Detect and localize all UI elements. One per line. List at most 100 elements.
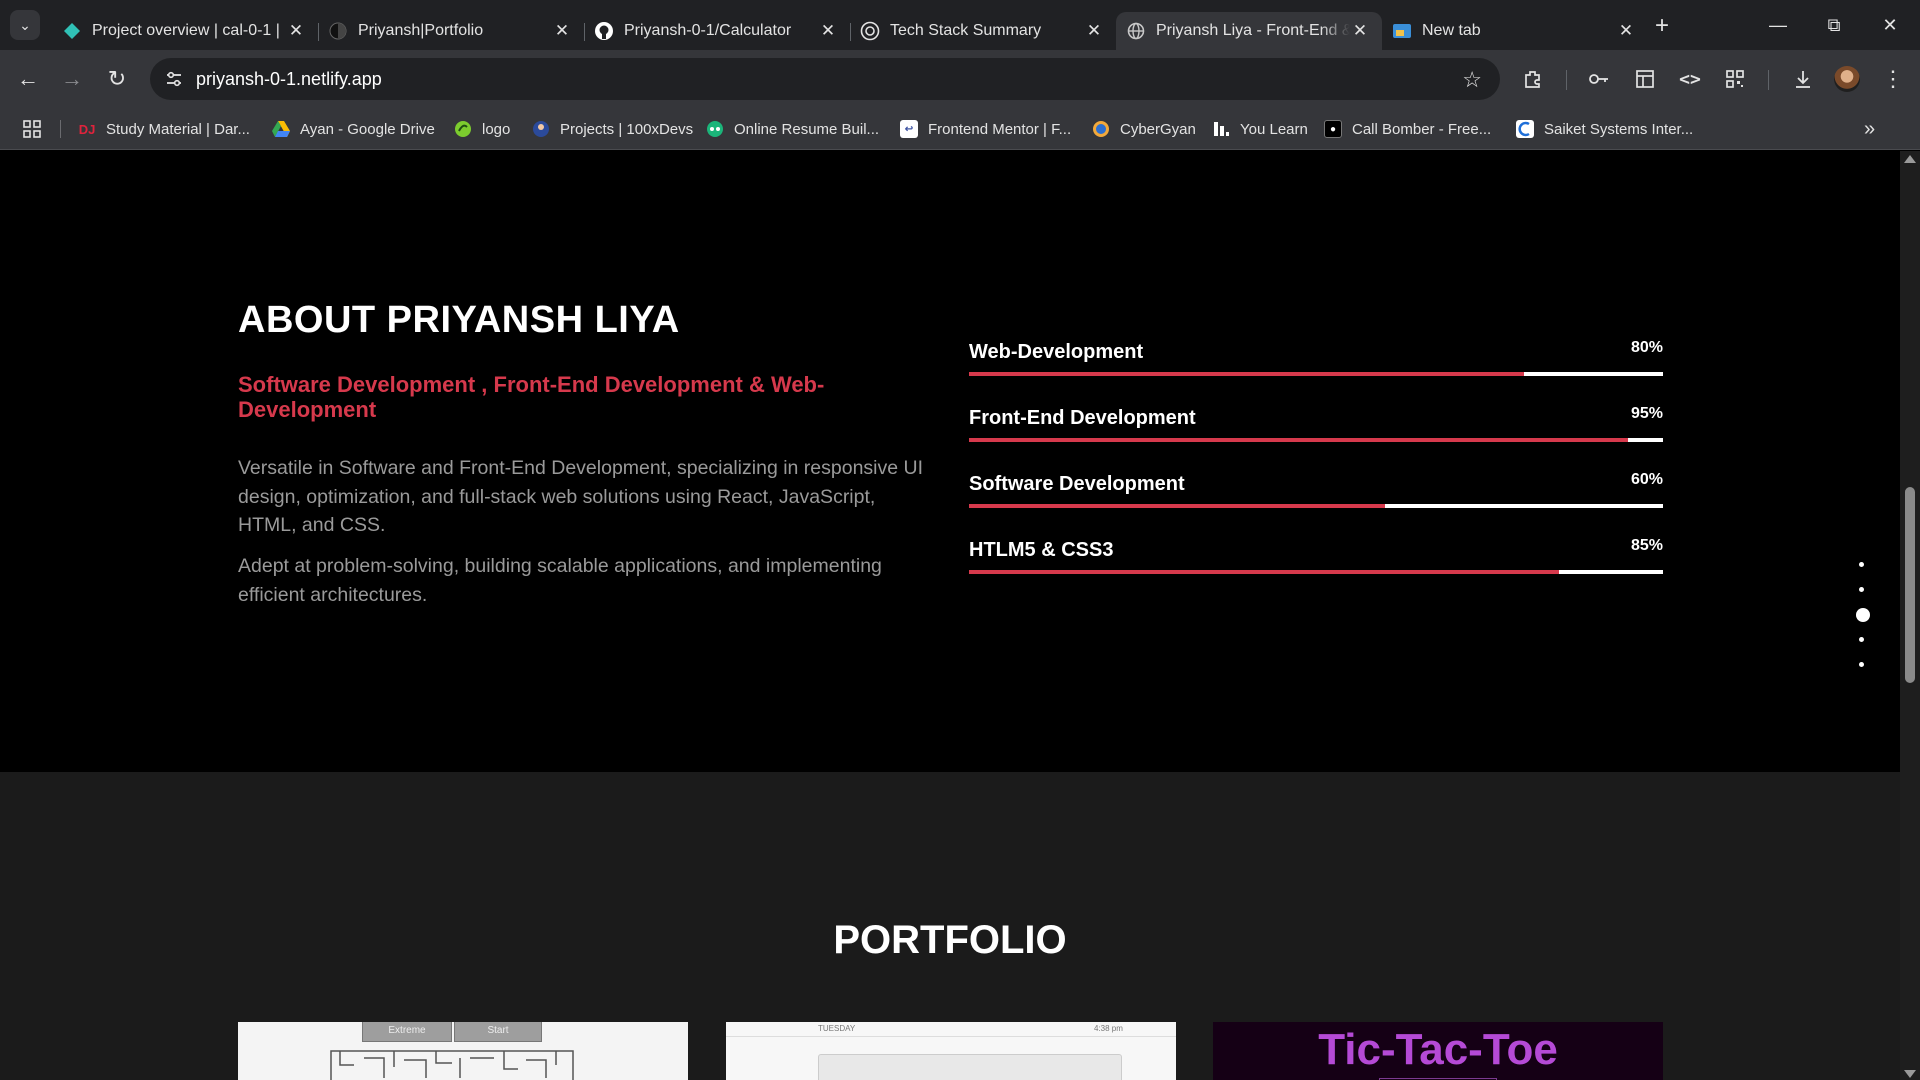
section-dot[interactable] — [1859, 662, 1864, 667]
bookmark-item[interactable]: DJ Study Material | Dar... — [78, 118, 250, 140]
skill-html-css: HTLM5 & CSS3 85% — [969, 537, 1663, 589]
tab-tech-stack[interactable]: Tech Stack Summary ✕ — [850, 12, 1116, 50]
reload-button[interactable]: ↻ — [101, 63, 133, 95]
url-text[interactable]: priyansh-0-1.netlify.app — [196, 69, 382, 90]
bookmark-label: Frontend Mentor | F... — [928, 120, 1072, 138]
forward-button[interactable]: → — [56, 63, 88, 95]
skill-percent: 60% — [1630, 471, 1663, 488]
chevron-double-right-icon[interactable]: » — [1864, 118, 1875, 141]
section-dot[interactable] — [1859, 587, 1864, 592]
close-icon[interactable]: ✕ — [1616, 21, 1636, 41]
skill-name: HTLM5 & CSS3 — [969, 539, 1114, 561]
bookmark-label: logo — [482, 120, 511, 138]
restore-icon: ⧉ — [1827, 14, 1841, 35]
about-section: ABOUT PRIYANSH LIYA Software Development… — [0, 151, 1900, 772]
chevron-down-icon: ⌄ — [19, 16, 31, 33]
close-icon[interactable]: ✕ — [286, 21, 306, 41]
section-dot[interactable] — [1856, 608, 1870, 622]
plus-icon: + — [1654, 12, 1669, 39]
tab-new-tab[interactable]: New tab ✕ — [1382, 12, 1648, 50]
password-key-icon[interactable] — [1586, 66, 1612, 92]
apps-grid-icon[interactable] — [22, 119, 42, 139]
scrollbar-thumb[interactable] — [1905, 487, 1915, 683]
bookmark-item[interactable]: Saiket Systems Inter... — [1516, 118, 1693, 140]
bookmark-label: Projects | 100xDevs — [560, 120, 694, 138]
tab-github-calculator[interactable]: Priyansh-0-1/Calculator ✕ — [584, 12, 851, 50]
scroll-up-arrow-icon[interactable] — [1904, 155, 1916, 163]
toolbar-divider — [1768, 70, 1769, 90]
portfolio-icon — [328, 21, 348, 41]
section-dot[interactable] — [1859, 562, 1864, 567]
address-bar[interactable]: priyansh-0-1.netlify.app ☆ — [150, 58, 1500, 100]
about-paragraph: Versatile in Software and Front-End Deve… — [238, 457, 924, 536]
scroll-down-arrow-icon[interactable] — [1904, 1070, 1916, 1078]
google-drive-icon — [272, 120, 290, 138]
bookmark-label: Saiket Systems Inter... — [1544, 120, 1694, 138]
skill-percent: 85% — [1630, 537, 1663, 554]
reload-icon: ↻ — [107, 66, 127, 91]
tab-title: Priyansh|Portfolio — [358, 22, 484, 39]
skill-progress-track — [969, 504, 1663, 508]
page-scrollbar[interactable] — [1900, 151, 1920, 1080]
skill-name: Software Development — [969, 473, 1185, 495]
new-tab-button[interactable]: + — [1648, 12, 1676, 40]
bookmark-item[interactable]: Online Resume Buil... — [706, 118, 879, 140]
restore-button[interactable]: ⧉ — [1806, 0, 1862, 50]
thumb-title: Tic-Tac-Toe — [1318, 1025, 1558, 1074]
bookmark-item[interactable]: ● Call Bomber - Free... — [1324, 118, 1491, 140]
saiket-icon — [1516, 120, 1534, 138]
bookmark-item[interactable]: ↩ Frontend Mentor | F... — [900, 118, 1071, 140]
extensions-icon[interactable] — [1520, 66, 1546, 92]
skill-progress-track — [969, 438, 1663, 442]
github-icon — [594, 21, 614, 41]
arrow-right-icon: → — [61, 66, 83, 91]
portfolio-card-tictactoe[interactable]: Tic-Tac-Toe — [1213, 1022, 1663, 1080]
portfolio-card-maze[interactable]: Extreme Start — [238, 1022, 688, 1080]
close-icon: ✕ — [1882, 14, 1898, 35]
close-icon[interactable]: ✕ — [552, 21, 572, 41]
bookmark-item[interactable]: Ayan - Google Drive — [272, 118, 435, 140]
menu-kebab-icon[interactable]: ⋮ — [1880, 66, 1906, 92]
arrow-left-icon: ← — [17, 66, 39, 91]
back-button[interactable]: ← — [12, 63, 44, 95]
portfolio-card-todo[interactable]: TUESDAY 4:38 pm — [726, 1022, 1176, 1080]
bookmark-item[interactable]: CyberGyan — [1092, 118, 1196, 140]
bookmark-label: Study Material | Dar... — [106, 120, 250, 138]
bookmark-item[interactable]: logo — [454, 118, 510, 140]
skill-progress-fill — [969, 504, 1386, 508]
avatar[interactable] — [1834, 66, 1860, 92]
bookmarks-bar: DJ Study Material | Dar... Ayan - Google… — [0, 108, 1920, 150]
dar-icon: DJ — [78, 121, 96, 137]
table-icon[interactable] — [1632, 66, 1658, 92]
close-icon[interactable]: ✕ — [1350, 21, 1370, 41]
bookmark-label: Call Bomber - Free... — [1352, 120, 1492, 138]
tab-title: New tab — [1422, 22, 1481, 39]
skill-percent: 80% — [1630, 339, 1663, 356]
tab-search-button[interactable]: ⌄ — [10, 10, 40, 40]
close-icon[interactable]: ✕ — [818, 21, 838, 41]
thumb-input — [818, 1054, 1122, 1080]
close-icon[interactable]: ✕ — [1084, 21, 1104, 41]
skill-progress-fill — [969, 438, 1629, 442]
bookmark-item[interactable]: Projects | 100xDevs — [532, 118, 693, 140]
bookmark-star-icon[interactable]: ☆ — [1462, 67, 1482, 93]
tab-priyansh-liya[interactable]: Priyansh Liya - Front-End & ✕ — [1116, 12, 1382, 50]
maze-thumbnail — [330, 1050, 574, 1080]
tab-portfolio[interactable]: Priyansh|Portfolio ✕ — [318, 12, 585, 50]
code-icon[interactable]: <> — [1677, 66, 1703, 92]
thumb-button: Start — [454, 1022, 542, 1042]
minimize-button[interactable]: — — [1750, 0, 1806, 50]
bookmark-label: CyberGyan — [1120, 120, 1196, 138]
site-settings-icon[interactable] — [154, 58, 194, 100]
section-dot[interactable] — [1859, 637, 1864, 642]
portfolio-section: PORTFOLIO Extreme Start TUESDAY 4:38 pm … — [0, 772, 1900, 1080]
window-close-button[interactable]: ✕ — [1862, 0, 1918, 50]
bookmark-item[interactable]: You Learn — [1212, 118, 1308, 140]
download-icon[interactable] — [1790, 66, 1816, 92]
bookmark-label: Online Resume Buil... — [734, 120, 880, 138]
tab-title: Priyansh Liya - Front-End & — [1156, 22, 1350, 39]
tab-title: Priyansh-0-1/Calculator — [624, 22, 792, 39]
qr-code-icon[interactable] — [1722, 66, 1748, 92]
tab-project-overview[interactable]: Project overview | cal-0-1 | ✕ — [52, 12, 319, 50]
resume-icon — [706, 120, 724, 138]
